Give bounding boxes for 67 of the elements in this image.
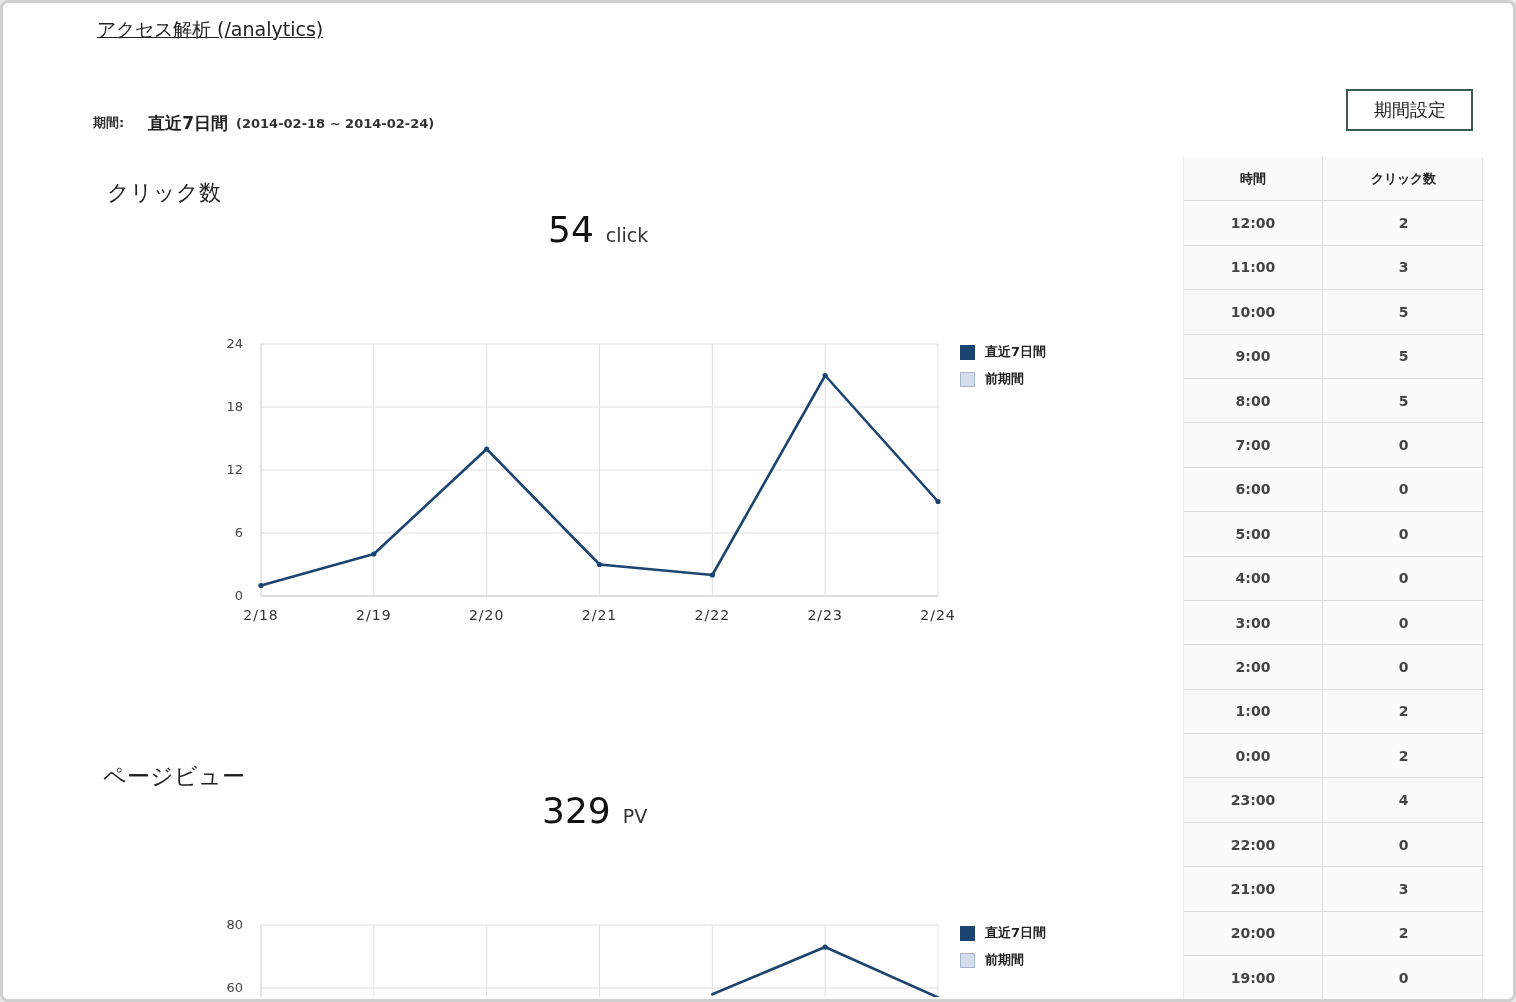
- y-axis-label: 18: [226, 399, 243, 414]
- table-cell: 6:00: [1184, 467, 1323, 513]
- table-cell: 0:00: [1184, 734, 1323, 779]
- x-axis-label: 2/23: [807, 607, 843, 623]
- table-cell: 3: [1323, 867, 1484, 912]
- legend-label: 前期間: [985, 951, 1024, 969]
- table-cell: 0: [1323, 645, 1484, 690]
- table-cell: 5: [1323, 290, 1484, 335]
- table-cell: 8:00: [1184, 378, 1323, 424]
- y-axis-label: 80: [226, 917, 244, 932]
- total-value: 329: [542, 791, 611, 831]
- table-cell: 2:00: [1184, 645, 1323, 690]
- table-cell: 5: [1323, 378, 1484, 424]
- legend-label: 前期間: [985, 370, 1024, 388]
- table-cell: 0: [1323, 467, 1484, 513]
- table-cell: 2: [1323, 201, 1484, 246]
- table-cell: 5: [1323, 334, 1484, 379]
- table-cell: 3: [1323, 245, 1484, 291]
- total-value: 54: [548, 210, 594, 250]
- legend-label: 直近7日間: [985, 343, 1047, 361]
- x-axis-label: 2/21: [581, 607, 618, 623]
- legend-label: 直近7日間: [985, 924, 1047, 942]
- table-cell: 0: [1323, 512, 1484, 557]
- table-cell: 9:00: [1184, 334, 1323, 379]
- table-cell: 22:00: [1184, 822, 1323, 868]
- table-cell: 0: [1323, 600, 1484, 646]
- x-axis-label: 2/20: [468, 607, 505, 623]
- x-axis-label: 2/22: [694, 607, 731, 623]
- table-cell: 0: [1323, 556, 1484, 601]
- table-cell: 7:00: [1184, 423, 1323, 468]
- y-axis-label: 6: [234, 525, 243, 540]
- table-cell: 4:00: [1184, 556, 1323, 601]
- period-label: 期間:: [93, 114, 125, 132]
- table-cell: 2: [1323, 734, 1484, 779]
- page-title-link[interactable]: アクセス解析 (/analytics): [97, 17, 324, 41]
- total-unit: click: [605, 224, 649, 246]
- table-cell: 0: [1323, 822, 1484, 868]
- period-settings-button[interactable]: 期間設定: [1346, 89, 1473, 131]
- table-cell: 0: [1323, 956, 1484, 999]
- table-cell: 23:00: [1184, 778, 1323, 823]
- table-cell: 3:00: [1184, 600, 1323, 646]
- table-cell: 10:00: [1184, 290, 1323, 335]
- x-axis-label: 2/19: [356, 607, 392, 623]
- y-axis-label: 24: [226, 336, 243, 351]
- table-cell: 21:00: [1184, 867, 1323, 912]
- period-value: 直近7日間: [148, 111, 229, 135]
- table-cell: 11:00: [1184, 245, 1323, 291]
- table-cell: 1:00: [1184, 689, 1323, 735]
- y-axis-label: 12: [226, 462, 243, 477]
- total-unit: PV: [622, 805, 648, 827]
- section-heading: クリック数: [107, 179, 221, 207]
- section-heading: ページビュー: [103, 762, 245, 791]
- table-cell: 2: [1323, 911, 1484, 957]
- table-cell: 2: [1323, 689, 1484, 735]
- y-axis-label: 60: [226, 980, 244, 995]
- table-cell: 20:00: [1184, 911, 1323, 957]
- table-cell: 5:00: [1184, 512, 1323, 557]
- table-cell: 12:00: [1184, 201, 1323, 246]
- x-axis-label: 2/24: [920, 607, 956, 623]
- table-cell: 19:00: [1184, 956, 1323, 999]
- table-cell: 4: [1323, 778, 1484, 823]
- column-header: 時間: [1184, 157, 1323, 202]
- date-range: (2014-02-18 ~ 2014-02-24): [236, 115, 435, 131]
- column-header: クリック数: [1323, 157, 1484, 202]
- y-axis-label: 0: [234, 588, 243, 603]
- table-cell: 0: [1323, 423, 1484, 468]
- x-axis-label: 2/18: [243, 607, 279, 623]
